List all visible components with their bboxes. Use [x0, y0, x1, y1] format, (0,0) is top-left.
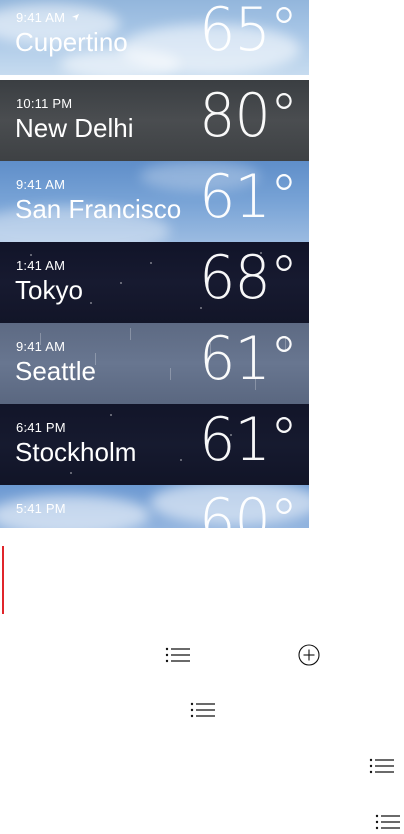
list-button[interactable]: [190, 700, 216, 720]
city-name: Stockholm: [15, 437, 137, 467]
temperature: 80°: [198, 81, 298, 151]
weather-city-list: 9:41 AM Cupertino 65° 10:11 PM New Delhi…: [0, 0, 309, 528]
city-row-seattle[interactable]: 9:41 AM Seattle 61°: [0, 323, 309, 404]
time-label: 9:41 AM: [16, 10, 66, 25]
add-circle-icon: [298, 644, 320, 666]
local-time: 6:41 PM: [16, 420, 66, 435]
city-row-new-delhi[interactable]: 10:11 PM New Delhi 80°: [0, 80, 309, 161]
time-label: 10:11 PM: [16, 96, 73, 111]
time-label: 6:41 PM: [16, 420, 66, 435]
time-label: 5:41 PM: [16, 501, 66, 516]
add-city-button[interactable]: [297, 643, 321, 667]
city-row-stockholm[interactable]: 6:41 PM Stockholm 61°: [0, 404, 309, 485]
temperature: 65°: [198, 0, 298, 65]
temperature: 61°: [198, 405, 298, 475]
temperature: 61°: [198, 162, 298, 232]
list-button[interactable]: [369, 756, 395, 776]
red-marker-line: [2, 546, 4, 614]
list-icon: [190, 702, 215, 718]
local-time: 9:41 AM: [16, 10, 80, 25]
list-button[interactable]: [165, 645, 191, 665]
local-time: 9:41 AM: [16, 177, 65, 192]
city-name: Tokyo: [15, 275, 83, 305]
local-time: 10:11 PM: [16, 96, 72, 111]
list-icon: [165, 647, 190, 663]
time-label: 1:41 AM: [16, 258, 66, 273]
temperature: 60°: [198, 486, 298, 528]
temperature: 68°: [198, 243, 298, 313]
list-icon: [369, 758, 394, 774]
local-time: 1:41 AM: [16, 258, 65, 273]
city-name: New Delhi: [15, 113, 134, 143]
location-arrow-icon: [72, 13, 80, 22]
city-row-partial[interactable]: 5:41 PM 60°: [0, 485, 309, 528]
time-label: 9:41 AM: [16, 339, 66, 354]
local-time: 5:41 PM: [16, 501, 66, 516]
temperature: 61°: [198, 324, 298, 394]
time-label: 9:41 AM: [16, 177, 66, 192]
city-row-san-francisco[interactable]: 9:41 AM San Francisco 61°: [0, 161, 309, 242]
local-time: 9:41 AM: [16, 339, 65, 354]
city-name: San Francisco: [15, 194, 182, 224]
list-icon: [375, 814, 400, 830]
city-row-cupertino[interactable]: 9:41 AM Cupertino 65°: [0, 0, 309, 75]
city-name: Seattle: [15, 356, 96, 386]
city-row-tokyo[interactable]: 1:41 AM Tokyo 68°: [0, 242, 309, 323]
list-button[interactable]: [375, 812, 401, 832]
city-name: Cupertino: [15, 27, 128, 57]
